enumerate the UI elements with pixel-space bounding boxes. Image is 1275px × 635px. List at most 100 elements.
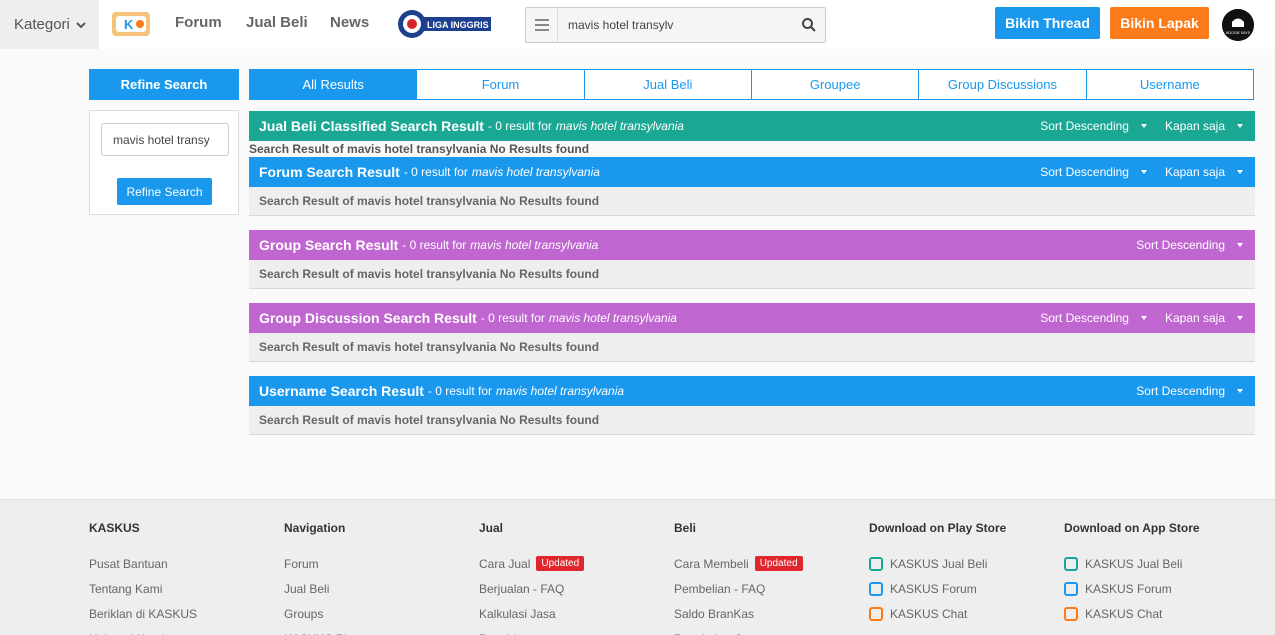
username-result-header: Username Search Result - 0 result for ma… — [249, 376, 1255, 406]
username-result-body: Search Result of mavis hotel transylvani… — [249, 406, 1255, 435]
avatar[interactable]: BOOGIE SAYS — [1222, 9, 1254, 41]
forum-result-count: - 0 result for — [403, 165, 468, 179]
forum-result-query: mavis hotel transylvania — [471, 165, 600, 179]
search-input[interactable] — [558, 10, 778, 40]
tab-all-results[interactable]: All Results — [249, 69, 418, 100]
nav-jual-beli[interactable]: Jual Beli — [246, 14, 308, 31]
footer-link[interactable]: Cara Membeli Updated — [674, 551, 803, 576]
nav-forum[interactable]: Forum — [175, 14, 222, 31]
caret-down-icon — [1237, 389, 1243, 393]
caret-down-icon — [1140, 316, 1147, 320]
username-result-query: mavis hotel transylvania — [496, 384, 625, 398]
svg-text:K: K — [124, 17, 134, 32]
footer-kaskus-title: KASKUS — [89, 521, 140, 535]
footer-link[interactable]: Cara Jual Updated — [479, 551, 585, 576]
footer-link[interactable]: Beriklan di KASKUS — [89, 601, 197, 626]
kaskus-forum-app-icon — [1064, 581, 1078, 596]
liga-inggris-logo[interactable]: LIGA INGGRIS — [397, 8, 493, 40]
tab-groupee[interactable]: Groupee — [751, 69, 920, 100]
top-bar: Kategori K Forum Jual Beli News LIGA ING… — [0, 0, 1275, 49]
group-result-title: Group Search Result — [259, 237, 399, 253]
footer-app-link[interactable]: KASKUS Forum — [1064, 576, 1200, 601]
footer-jual: Jual Cara Jual Updated Berjualan - FAQ Ka… — [479, 521, 585, 635]
footer-link[interactable]: Groups — [284, 601, 359, 626]
footer-app-link[interactable]: KASKUS Jual Beli — [1064, 551, 1200, 576]
footer-link[interactable]: Resolution Center — [674, 626, 803, 635]
forum-time-dropdown[interactable]: Kapan saja — [1165, 165, 1243, 179]
kategori-dropdown[interactable]: Kategori — [0, 0, 99, 49]
footer-link[interactable]: Hubungi Kami — [89, 626, 197, 635]
group-result-body: Search Result of mavis hotel transylvani… — [249, 260, 1255, 289]
refine-search-input[interactable] — [101, 123, 229, 156]
kaskus-chat-app-icon — [869, 606, 883, 621]
footer-link[interactable]: Pembelian - FAQ — [674, 576, 803, 601]
footer-app-link[interactable]: KASKUS Chat — [1064, 601, 1200, 626]
updated-badge: Updated — [536, 556, 585, 571]
kaskus-jualbeli-app-icon — [869, 556, 883, 571]
footer: KASKUS Pusat Bantuan Tentang Kami Berikl… — [0, 499, 1275, 635]
kategori-label: Kategori — [14, 16, 70, 33]
jualbeli-result-title: Jual Beli Classified Search Result — [259, 118, 484, 134]
username-result-count: - 0 result for — [427, 384, 492, 398]
search-icon[interactable] — [801, 17, 817, 33]
footer-link[interactable]: Pusat Bantuan — [89, 551, 197, 576]
kaskus-forum-app-icon — [869, 581, 883, 596]
footer-link[interactable]: Kalkulasi Jasa — [479, 601, 584, 626]
footer-link[interactable]: Forum — [284, 551, 359, 576]
jualbeli-time-dropdown[interactable]: Kapan saja — [1165, 119, 1243, 133]
groupdiscussion-result-count: - 0 result for — [480, 311, 545, 325]
group-result-header: Group Search Result - 0 result for mavis… — [249, 230, 1255, 260]
chevron-down-icon — [76, 21, 86, 28]
footer-playstore-title: Download on Play Store — [869, 521, 1007, 535]
footer-link[interactable]: Pengiriman — [479, 626, 584, 635]
caret-down-icon — [1140, 170, 1147, 174]
caret-down-icon — [1237, 316, 1243, 320]
username-sort-dropdown[interactable]: Sort Descending — [1136, 384, 1243, 398]
refine-search-title: Refine Search — [89, 69, 239, 100]
caret-down-icon — [1237, 170, 1243, 174]
username-result-title: Username Search Result — [259, 383, 424, 399]
footer-link[interactable]: Berjualan - FAQ — [479, 576, 584, 601]
groupdiscussion-sort-dropdown[interactable]: Sort Descending — [1040, 311, 1147, 325]
tab-forum[interactable]: Forum — [417, 69, 585, 100]
kaskus-jualbeli-app-icon — [1064, 556, 1078, 571]
nav-news[interactable]: News — [330, 14, 369, 31]
tab-username[interactable]: Username — [1086, 69, 1254, 100]
jualbeli-result-count: - 0 result for — [487, 119, 552, 133]
footer-link[interactable]: Saldo BranKas — [674, 601, 803, 626]
footer-jual-title: Jual — [479, 521, 504, 535]
kaskus-logo[interactable]: K — [110, 8, 152, 40]
forum-sort-dropdown[interactable]: Sort Descending — [1040, 165, 1147, 179]
group-result-query: mavis hotel transylvania — [470, 238, 599, 252]
menu-icon[interactable] — [526, 8, 558, 42]
footer-link[interactable]: Jual Beli — [284, 576, 359, 601]
footer-beli-title: Beli — [674, 521, 697, 535]
jualbeli-result-query: mavis hotel transylvania — [555, 119, 684, 133]
liga-label: LIGA INGGRIS — [427, 20, 489, 30]
footer-link[interactable]: Tentang Kami — [89, 576, 197, 601]
group-sort-dropdown[interactable]: Sort Descending — [1136, 238, 1243, 252]
footer-navigation-title: Navigation — [284, 521, 346, 535]
jualbeli-sort-dropdown[interactable]: Sort Descending — [1040, 119, 1147, 133]
caret-down-icon — [1237, 243, 1243, 247]
footer-app-link[interactable]: KASKUS Jual Beli — [869, 551, 1006, 576]
forum-result-body: Search Result of mavis hotel transylvani… — [249, 187, 1255, 216]
groupdiscussion-time-dropdown[interactable]: Kapan saja — [1165, 311, 1243, 325]
footer-beli: Beli Cara Membeli Updated Pembelian - FAQ… — [674, 521, 803, 635]
avatar-text: BOOGIE SAYS — [1226, 31, 1251, 35]
footer-app-link[interactable]: KASKUS Forum — [869, 576, 1006, 601]
jualbeli-result-body: Search Result of mavis hotel transylvani… — [249, 142, 590, 156]
kaskus-chat-app-icon — [1064, 606, 1078, 621]
tab-group-discussions[interactable]: Group Discussions — [919, 69, 1087, 100]
jualbeli-result-header: Jual Beli Classified Search Result - 0 r… — [249, 111, 1255, 141]
footer-playstore: Download on Play Store KASKUS Jual Beli … — [869, 521, 1006, 626]
groupdiscussion-result-title: Group Discussion Search Result — [259, 310, 477, 326]
bikin-lapak-button[interactable]: Bikin Lapak — [1110, 7, 1209, 39]
updated-badge: Updated — [754, 556, 803, 571]
tab-jual-beli[interactable]: Jual Beli — [584, 69, 752, 100]
refine-search-button[interactable]: Refine Search — [117, 178, 212, 205]
footer-link[interactable]: KASKUS Plus — [284, 626, 359, 635]
footer-app-link[interactable]: KASKUS Chat — [869, 601, 1006, 626]
group-result-count: - 0 result for — [402, 238, 467, 252]
bikin-thread-button[interactable]: Bikin Thread — [995, 7, 1100, 39]
